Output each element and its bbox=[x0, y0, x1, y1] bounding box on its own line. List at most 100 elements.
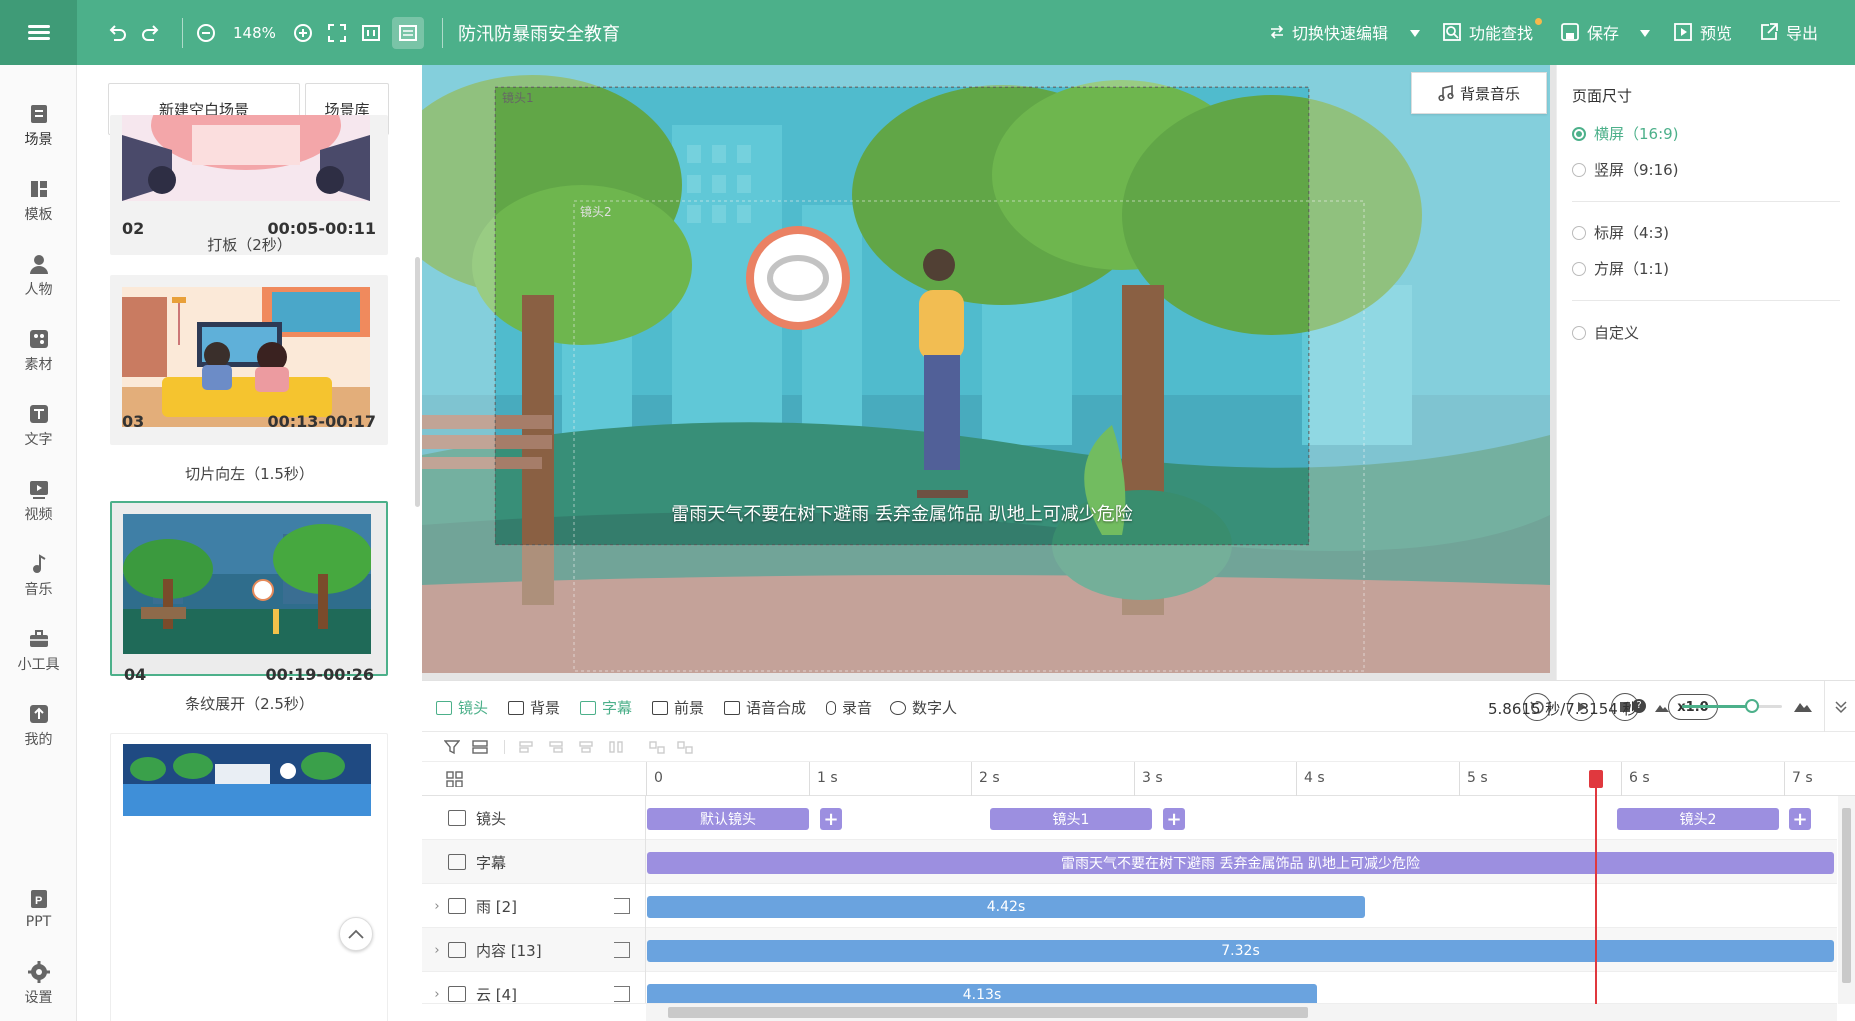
save-button[interactable]: 保存 bbox=[1561, 20, 1619, 44]
timeline-zoom-slider[interactable] bbox=[1682, 699, 1782, 713]
scene-transition[interactable]: 条纹展开（2.5秒） bbox=[77, 693, 422, 714]
undo-icon[interactable] bbox=[104, 20, 130, 46]
ruler-label: 5 s bbox=[1467, 770, 1488, 786]
switch-edit-dropdown-icon[interactable] bbox=[1410, 30, 1420, 37]
track-label[interactable]: › 云 [4] bbox=[422, 972, 646, 1003]
page-size-option-9-16[interactable]: 竖屏（9:16) bbox=[1572, 159, 1679, 180]
preview-label: 预览 bbox=[1700, 24, 1733, 43]
zoom-out-icon[interactable] bbox=[193, 20, 219, 46]
gear-icon bbox=[27, 961, 50, 983]
scene-card-04[interactable]: 04 00:19-00:26 bbox=[110, 501, 388, 684]
tool-background[interactable]: 背景 bbox=[508, 697, 560, 718]
feature-search-button[interactable]: 功能查找 bbox=[1443, 20, 1533, 44]
nav-item-text[interactable]: 文字 bbox=[0, 403, 77, 449]
ruler-toggle-icon[interactable] bbox=[391, 16, 424, 49]
zoom-in-icon[interactable] bbox=[290, 20, 316, 46]
tool-camera[interactable]: 镜头 bbox=[436, 697, 488, 718]
menu-button[interactable] bbox=[0, 0, 77, 65]
camera-2-label: 镜头2 bbox=[580, 205, 612, 219]
nav-item-material[interactable]: 素材 bbox=[0, 328, 77, 374]
export-layer-icon[interactable] bbox=[614, 942, 630, 958]
scrollbar-thumb[interactable] bbox=[1842, 808, 1851, 983]
playhead[interactable] bbox=[1595, 770, 1597, 1005]
background-music-button[interactable]: 背景音乐 bbox=[1411, 72, 1547, 114]
scene-transition[interactable]: 切片向左（1.5秒） bbox=[77, 463, 422, 484]
scene-card-05[interactable] bbox=[110, 733, 388, 1021]
hamburger-icon bbox=[27, 22, 50, 43]
tool-tts[interactable]: 语音合成 bbox=[724, 697, 806, 718]
tool-record[interactable]: 录音 bbox=[826, 697, 872, 718]
fit-screen-icon[interactable] bbox=[324, 20, 350, 46]
export-layer-icon[interactable] bbox=[614, 898, 630, 914]
switch-edit-button[interactable]: 切换快速编辑 bbox=[1270, 20, 1388, 44]
switch-icon bbox=[1270, 25, 1284, 39]
nav-item-person[interactable]: 人物 bbox=[0, 253, 77, 299]
timeline-vertical-scrollbar[interactable] bbox=[1838, 796, 1855, 1004]
timeline-ruler[interactable]: 0 1 s 2 s 3 s 4 s 5 s 6 s 7 s bbox=[422, 762, 1855, 796]
ruler-label: 3 s bbox=[1142, 770, 1163, 786]
page-size-option-4-3[interactable]: 标屏（4:3) bbox=[1572, 222, 1669, 243]
tool-digital-human[interactable]: 数字人 bbox=[890, 697, 957, 718]
cloud-block[interactable]: 4.13s bbox=[647, 984, 1317, 1003]
add-camera-button[interactable]: + bbox=[1789, 808, 1811, 830]
scrollbar-thumb[interactable] bbox=[668, 1007, 1308, 1018]
grid-settings-icon[interactable] bbox=[446, 771, 464, 787]
page-size-title: 页面尺寸 bbox=[1572, 87, 1633, 105]
camera-block-2[interactable]: 镜头2 bbox=[1617, 808, 1779, 830]
scene-card-03[interactable]: 03 00:13-00:17 bbox=[110, 275, 388, 445]
help-icon[interactable]: ? bbox=[1632, 699, 1646, 713]
rain-block[interactable]: 4.42s bbox=[647, 896, 1365, 918]
scene-stage[interactable]: 镜头1 镜头2 雷雨天气不要在树下避雨 丢弃金属饰品 趴地上可减少危险 bbox=[422, 65, 1550, 673]
track-label[interactable]: 字幕 bbox=[422, 840, 646, 884]
page-size-option-custom[interactable]: 自定义 bbox=[1572, 322, 1639, 343]
content-block[interactable]: 7.32s bbox=[647, 940, 1834, 962]
export-label: 导出 bbox=[1786, 24, 1819, 43]
track-label[interactable]: › 内容 [13] bbox=[422, 928, 646, 972]
page-size-option-16-9[interactable]: 横屏（16:9) bbox=[1572, 123, 1679, 144]
nav-item-video[interactable]: 视频 bbox=[0, 478, 77, 524]
redo-icon[interactable] bbox=[138, 20, 164, 46]
zoom-in-mountain-icon[interactable] bbox=[1794, 700, 1812, 712]
element-group-icon bbox=[448, 942, 466, 958]
track-cloud: › 云 [4] 4.13s bbox=[422, 972, 1837, 1004]
tool-subtitle[interactable]: 字幕 bbox=[580, 697, 632, 718]
camera-block-default[interactable]: 默认镜头 bbox=[647, 808, 809, 830]
nav-item-settings[interactable]: 设置 bbox=[0, 961, 77, 1007]
subtitle-icon bbox=[448, 854, 466, 870]
scroll-to-top-button[interactable] bbox=[339, 917, 373, 951]
nav-item-toolbox[interactable]: 小工具 bbox=[0, 628, 77, 674]
nav-item-template[interactable]: 模板 bbox=[0, 178, 77, 224]
collapse-timeline-icon[interactable] bbox=[1834, 700, 1848, 714]
slider-knob[interactable] bbox=[1745, 699, 1759, 713]
ruler-label: 0 bbox=[654, 770, 663, 786]
timeline-horizontal-scrollbar[interactable] bbox=[646, 1004, 1837, 1021]
scene-list-scrollbar[interactable] bbox=[415, 257, 420, 507]
camera-block-1[interactable]: 镜头1 bbox=[990, 808, 1152, 830]
nav-item-mine[interactable]: 我的 bbox=[0, 703, 77, 749]
page-size-option-1-1[interactable]: 方屏（1:1) bbox=[1572, 258, 1669, 279]
tool-foreground[interactable]: 前景 bbox=[652, 697, 704, 718]
person-icon bbox=[29, 255, 48, 274]
actual-size-icon[interactable] bbox=[358, 20, 384, 46]
save-dropdown-icon[interactable] bbox=[1640, 30, 1650, 37]
scene-transition[interactable]: 打板（2秒） bbox=[77, 234, 422, 255]
layers-icon[interactable] bbox=[472, 739, 488, 755]
export-button[interactable]: 导出 bbox=[1760, 20, 1818, 44]
project-title[interactable]: 防汛防暴雨安全教育 bbox=[458, 20, 620, 46]
export-layer-icon[interactable] bbox=[614, 986, 630, 1002]
preview-button[interactable]: 预览 bbox=[1674, 20, 1732, 44]
nav-item-scene[interactable]: 场景 bbox=[0, 103, 77, 149]
subtitle-block[interactable]: 雷雨天气不要在树下避雨 丢弃金属饰品 趴地上可减少危险 bbox=[647, 852, 1834, 874]
nav-item-ppt[interactable]: P PPT bbox=[0, 888, 77, 930]
track-label[interactable]: 镜头 bbox=[422, 796, 646, 840]
align-tools-icon[interactable] bbox=[518, 739, 698, 755]
zoom-out-mountain-icon[interactable] bbox=[1655, 702, 1669, 712]
add-camera-button[interactable]: + bbox=[1163, 808, 1185, 830]
playhead-handle[interactable] bbox=[1589, 770, 1603, 788]
nav-item-music[interactable]: 音乐 bbox=[0, 553, 77, 599]
export-icon bbox=[1761, 23, 1778, 40]
add-camera-button[interactable]: + bbox=[820, 808, 842, 830]
stage-subtitle[interactable]: 雷雨天气不要在树下避雨 丢弃金属饰品 趴地上可减少危险 bbox=[422, 500, 1382, 526]
filter-icon[interactable] bbox=[444, 739, 460, 755]
track-label[interactable]: › 雨 [2] bbox=[422, 884, 646, 928]
